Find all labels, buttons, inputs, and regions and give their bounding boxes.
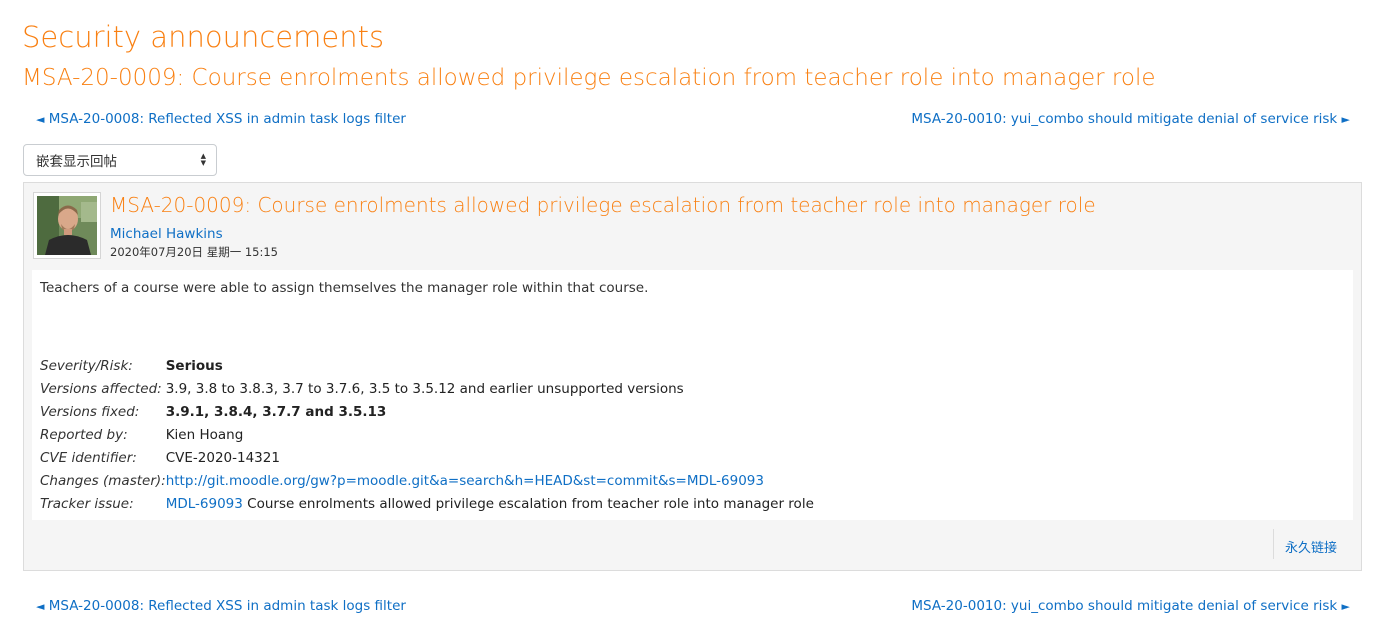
table-row: Tracker issue: MDL-69093 Course enrolmen… [40, 492, 814, 515]
table-row: Versions fixed: 3.9.1, 3.8.4, 3.7.7 and … [40, 400, 814, 423]
prev-discussion-link[interactable]: ◄ MSA-20-0008: Reflected XSS in admin ta… [36, 111, 406, 127]
post-content: Teachers of a course were able to assign… [32, 270, 1353, 520]
forum-title: Security announcements [22, 20, 385, 54]
post-subject: MSA-20-0009: Course enrolments allowed p… [110, 193, 1096, 217]
details-table: Severity/Risk: Serious Versions affected… [40, 354, 814, 515]
author-link[interactable]: Michael Hawkins [110, 226, 223, 242]
prev-discussion-label: MSA-20-0008: Reflected XSS in admin task… [48, 598, 406, 614]
severity-label: Severity/Risk: [40, 357, 133, 374]
permalink-link[interactable]: 永久链接 [1285, 537, 1337, 556]
table-row: Versions affected: 3.9, 3.8 to 3.8.3, 3.… [40, 377, 814, 400]
arrow-left-icon: ◄ [36, 113, 45, 126]
action-divider [1273, 529, 1274, 559]
avatar[interactable] [33, 192, 101, 259]
cve-label: CVE identifier: [40, 449, 137, 466]
table-row: Reported by: Kien Hoang [40, 423, 814, 446]
reported-by-label: Reported by: [40, 426, 128, 443]
author-photo [37, 196, 97, 255]
prev-discussion-label: MSA-20-0008: Reflected XSS in admin task… [48, 111, 406, 127]
display-mode-select[interactable]: 嵌套显示回帖 ▲ ▼ [23, 144, 217, 176]
discussion-navigation-bottom: ◄ MSA-20-0008: Reflected XSS in admin ta… [36, 595, 1350, 617]
table-row: CVE identifier: CVE-2020-14321 [40, 446, 814, 469]
table-row: Severity/Risk: Serious [40, 354, 814, 377]
discussion-title: MSA-20-0009: Course enrolments allowed p… [22, 65, 1156, 91]
display-mode-value: 嵌套显示回帖 [36, 154, 117, 170]
tracker-issue-text: Course enrolments allowed privilege esca… [247, 495, 814, 512]
prev-discussion-link[interactable]: ◄ MSA-20-0008: Reflected XSS in admin ta… [36, 598, 406, 614]
changes-label: Changes (master): [40, 472, 166, 489]
changes-link[interactable]: http://git.moodle.org/gw?p=moodle.git&a=… [166, 473, 764, 489]
arrow-right-icon: ► [1341, 113, 1350, 126]
forum-post: MSA-20-0009: Course enrolments allowed p… [23, 182, 1362, 571]
cve-value: CVE-2020-14321 [165, 449, 280, 466]
arrow-left-icon: ◄ [36, 600, 45, 613]
select-caret-icon: ▲ ▼ [200, 152, 206, 167]
arrow-right-icon: ► [1341, 600, 1350, 613]
versions-affected-value: 3.9, 3.8 to 3.8.3, 3.7 to 3.7.6, 3.5 to … [165, 380, 684, 397]
next-discussion-label: MSA-20-0010: yui_combo should mitigate d… [911, 111, 1338, 127]
table-row: Changes (master): http://git.moodle.org/… [40, 469, 814, 492]
tracker-issue-link[interactable]: MDL-69093 [166, 496, 243, 512]
tracker-label: Tracker issue: [40, 495, 134, 512]
versions-fixed-label: Versions fixed: [40, 403, 140, 420]
versions-affected-label: Versions affected: [40, 380, 162, 397]
post-date: 2020年07月20日 星期一 15:15 [110, 245, 278, 259]
versions-fixed-value: 3.9.1, 3.8.4, 3.7.7 and 3.5.13 [165, 403, 387, 420]
discussion-navigation-top: ◄ MSA-20-0008: Reflected XSS in admin ta… [36, 108, 1350, 130]
severity-value: Serious [165, 357, 223, 374]
next-discussion-label: MSA-20-0010: yui_combo should mitigate d… [911, 598, 1338, 614]
next-discussion-link[interactable]: MSA-20-0010: yui_combo should mitigate d… [911, 111, 1350, 127]
next-discussion-link[interactable]: MSA-20-0010: yui_combo should mitigate d… [911, 598, 1350, 614]
reported-by-value: Kien Hoang [165, 426, 244, 443]
post-intro-text: Teachers of a course were able to assign… [40, 280, 649, 296]
